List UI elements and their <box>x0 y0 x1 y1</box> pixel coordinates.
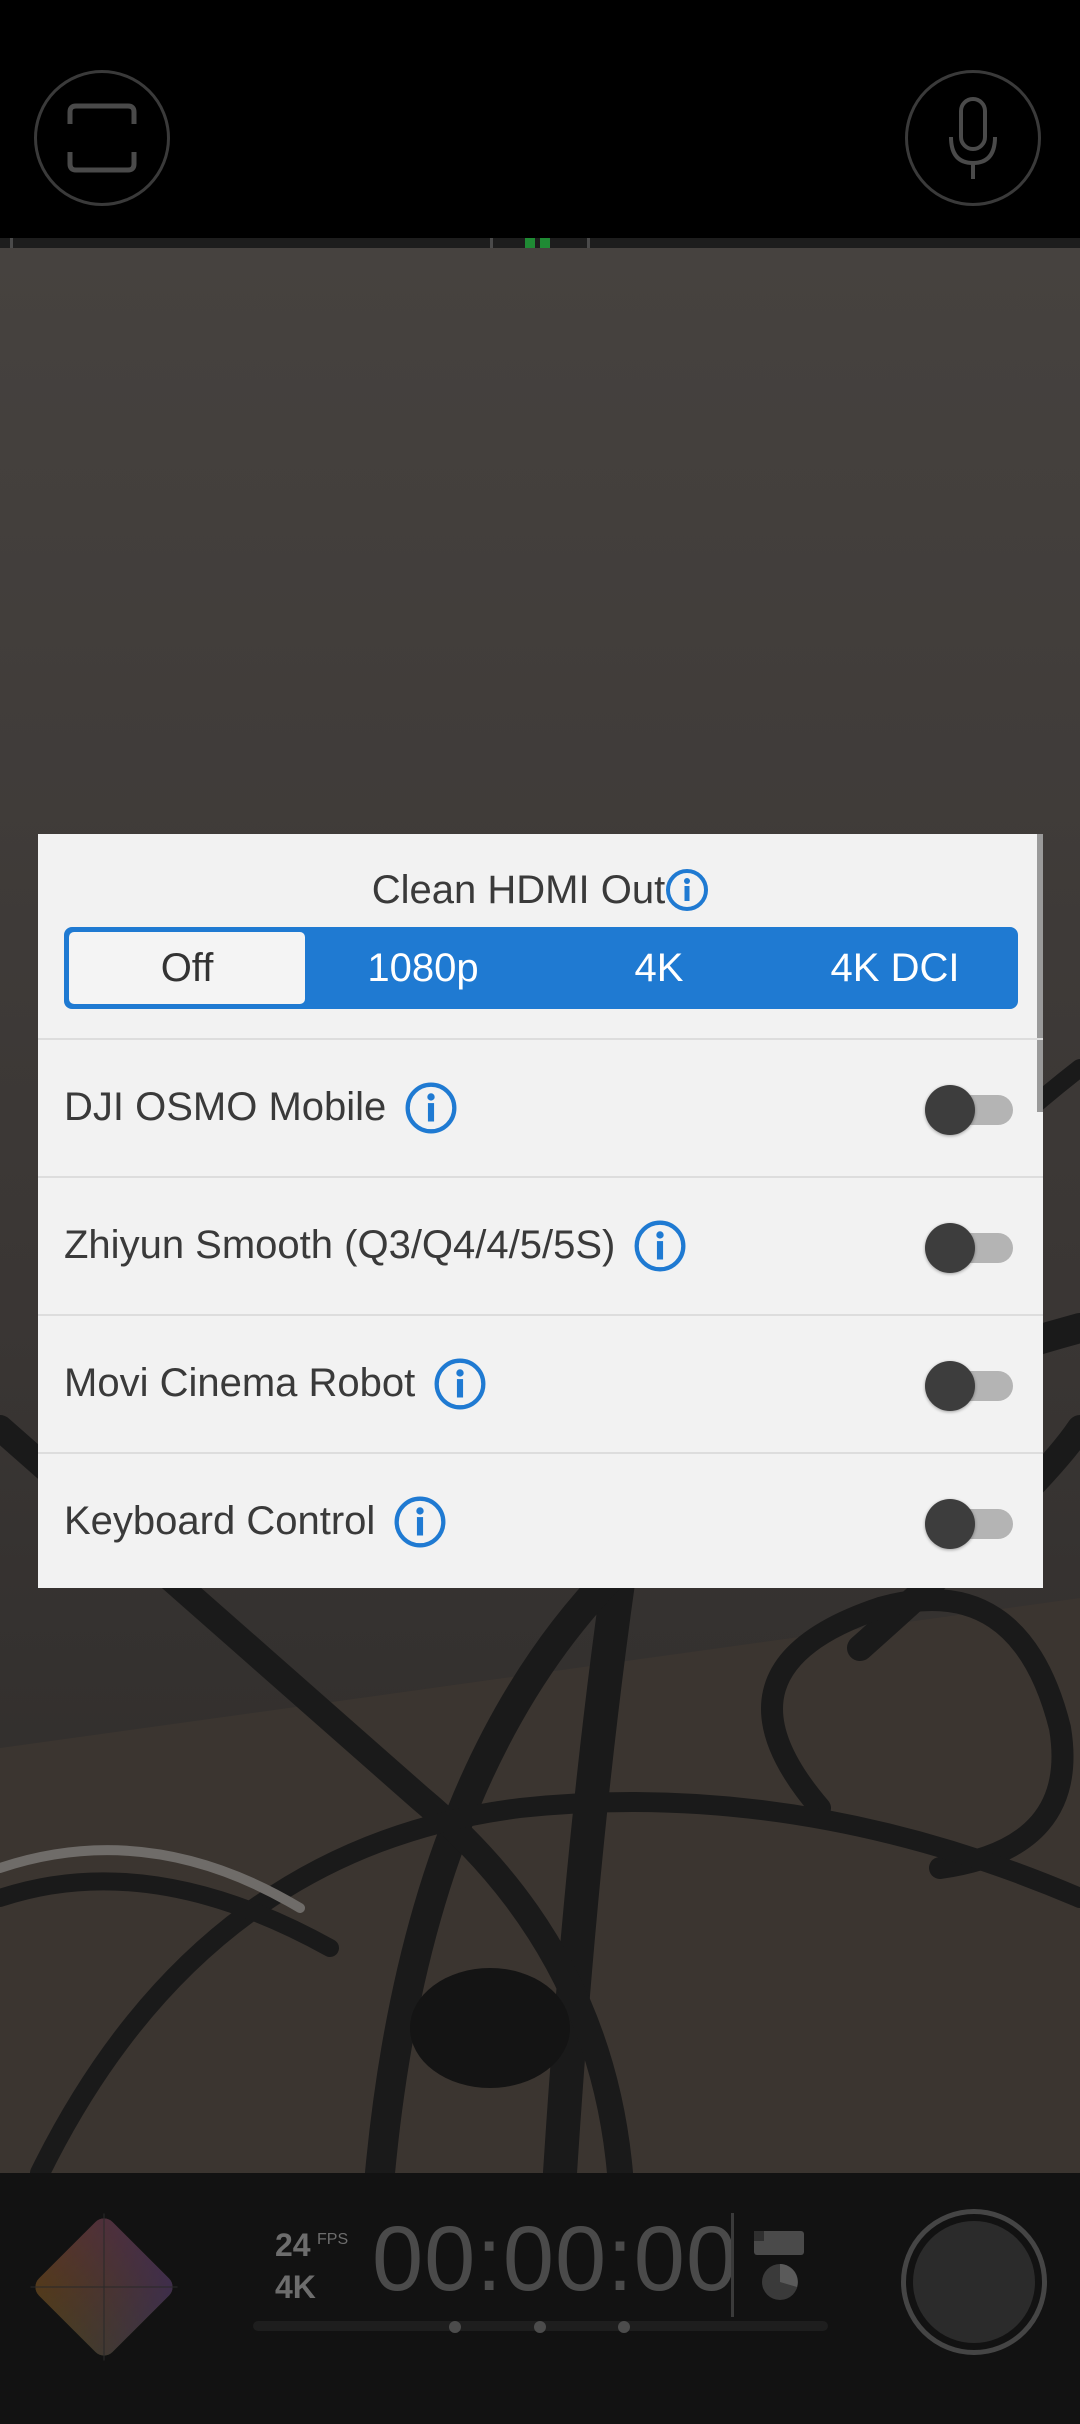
storage-icon[interactable] <box>750 2225 810 2305</box>
timeline-marker <box>618 2321 630 2333</box>
format-indicator[interactable]: 24 FPS 4K <box>275 2227 365 2327</box>
hdmi-option-off[interactable]: Off <box>69 932 305 1004</box>
movi-cinema-robot-toggle[interactable] <box>925 1361 1015 1411</box>
info-icon[interactable] <box>404 1081 458 1135</box>
timeline-marker <box>534 2321 546 2333</box>
hdmi-out-segmented-control: Off 1080p 4K 4K DCI <box>64 927 1018 1009</box>
fps-unit: FPS <box>317 2231 349 2248</box>
color-lut-icon[interactable] <box>26 2209 182 2365</box>
hdmi-option-1080p[interactable]: 1080p <box>305 932 541 1004</box>
hdmi-out-section: Clean HDMI Out Off 1080p 4K 4K DCI <box>38 834 1043 1038</box>
info-icon[interactable] <box>633 1219 687 1273</box>
microphone-button[interactable] <box>905 70 1041 206</box>
record-button[interactable] <box>901 2209 1047 2355</box>
info-icon[interactable] <box>665 868 709 912</box>
row-label: Movi Cinema Robot <box>64 1361 416 1405</box>
movi-cinema-robot-row: Movi Cinema Robot <box>38 1314 1043 1451</box>
frame-guides-icon <box>66 102 138 174</box>
frame-guides-button[interactable] <box>34 70 170 206</box>
bottom-bar: 24 FPS 4K 00:00:00 <box>0 2173 1080 2424</box>
timeline-marker <box>449 2321 461 2333</box>
info-icon[interactable] <box>433 1357 487 1411</box>
settings-dialog: Clean HDMI Out Off 1080p 4K 4K DCI DJI O… <box>38 834 1043 1588</box>
zhiyun-smooth-toggle[interactable] <box>925 1223 1015 1273</box>
microphone-icon <box>943 93 1003 183</box>
hdmi-option-4k[interactable]: 4K <box>541 932 777 1004</box>
info-icon[interactable] <box>393 1495 447 1549</box>
fps-value: 24 <box>275 2227 311 2263</box>
keyboard-control-row: Keyboard Control <box>38 1452 1043 1588</box>
zhiyun-smooth-row: Zhiyun Smooth (Q3/Q4/4/5/5S) <box>38 1176 1043 1313</box>
divider <box>731 2213 734 2317</box>
dji-osmo-toggle[interactable] <box>925 1085 1015 1135</box>
record-inner <box>913 2221 1035 2343</box>
row-label: DJI OSMO Mobile <box>64 1085 387 1129</box>
clean-hdmi-title: Clean HDMI Out <box>371 867 666 912</box>
hdmi-option-4k-dci[interactable]: 4K DCI <box>777 932 1013 1004</box>
keyboard-control-toggle[interactable] <box>925 1499 1015 1549</box>
resolution-value: 4K <box>275 2269 316 2305</box>
dji-osmo-mobile-row: DJI OSMO Mobile <box>38 1038 1043 1175</box>
top-bar <box>0 0 1080 248</box>
audio-level-meter <box>0 238 1080 248</box>
row-label: Keyboard Control <box>64 1499 376 1543</box>
timecode-display: 00:00:00 <box>372 2208 739 2310</box>
row-label: Zhiyun Smooth (Q3/Q4/4/5/5S) <box>64 1223 616 1267</box>
